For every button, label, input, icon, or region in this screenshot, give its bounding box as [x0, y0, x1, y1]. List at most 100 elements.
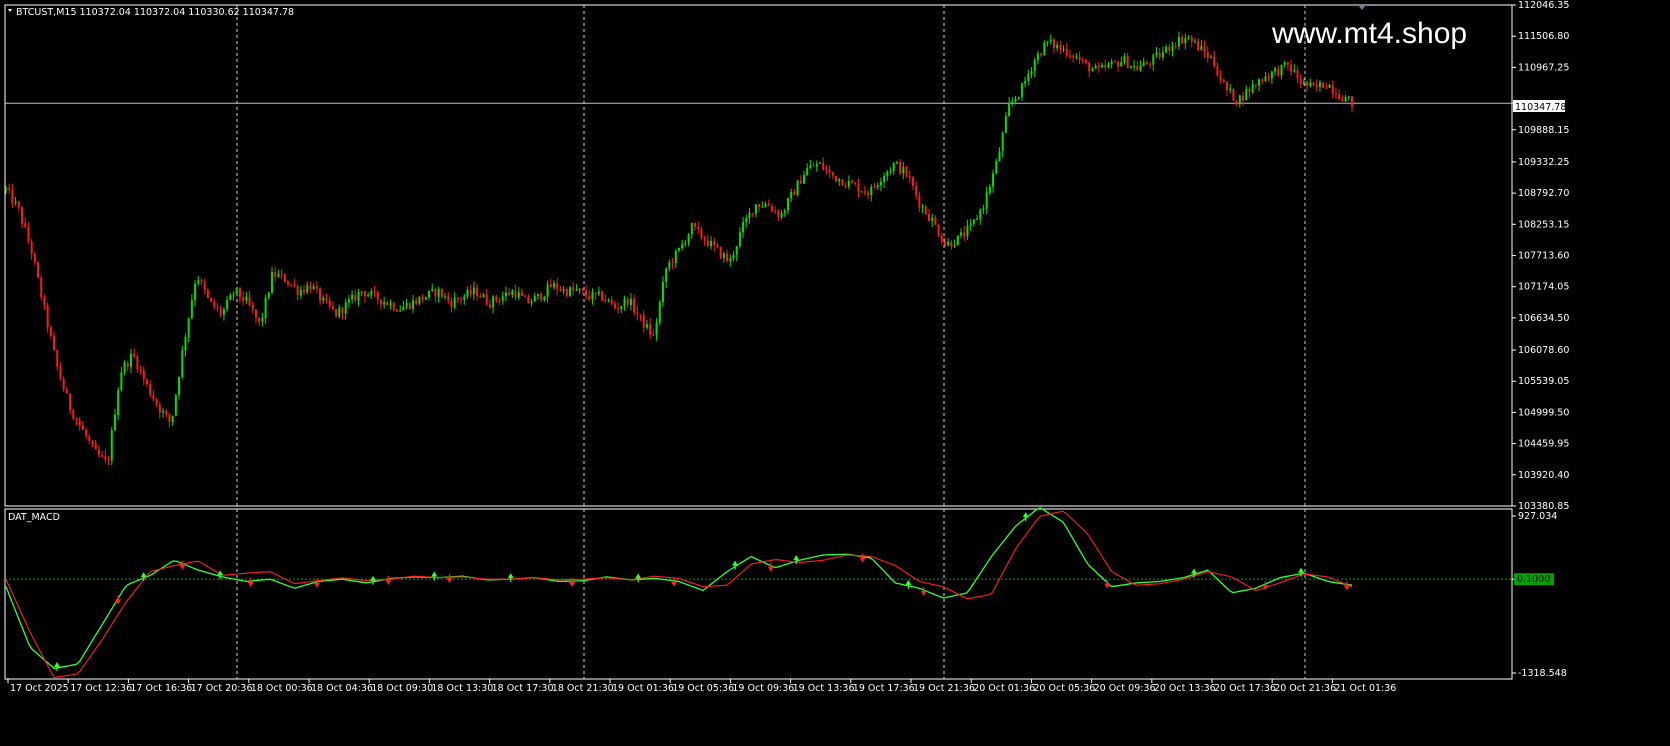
candle-body	[629, 298, 632, 306]
candle-body	[822, 162, 825, 170]
candle-body	[520, 292, 523, 296]
time-tick-label: 18 Oct 17:30	[492, 683, 554, 694]
candle-body	[33, 253, 36, 263]
candle-body	[517, 292, 520, 298]
candle-body	[940, 235, 943, 242]
candle-body	[171, 415, 174, 422]
candle-body	[1075, 56, 1078, 58]
candle-body	[613, 303, 616, 309]
candle-body	[1299, 78, 1302, 85]
candle-body	[754, 204, 757, 214]
candle-body	[261, 317, 264, 322]
mt4-chart-window[interactable]: 112046.35 111506.80 110967.25 109888.15 1093…	[0, 0, 1670, 746]
time-tick-label: 18 Oct 04:36	[311, 683, 373, 694]
current-price-label: 110347.78	[1515, 102, 1566, 113]
candle-body	[258, 317, 261, 322]
price-tick-label: 107174.05	[1518, 282, 1569, 293]
candle-body	[495, 296, 498, 301]
candle-body	[94, 443, 97, 450]
candle-body	[53, 335, 56, 351]
price-tick-label: 105539.05	[1518, 376, 1569, 387]
candle-body	[1174, 46, 1177, 48]
candle-body	[399, 310, 402, 312]
candle-body	[264, 297, 267, 318]
time-tick-label: 19 Oct 13:36	[793, 683, 855, 694]
candle-body	[344, 302, 347, 314]
price-tick-label: 111506.80	[1518, 31, 1569, 42]
candle-body	[49, 327, 52, 336]
candle-body	[479, 296, 482, 298]
candle-body	[1290, 64, 1293, 72]
candle-body	[767, 203, 770, 207]
candle-body	[1248, 89, 1251, 93]
candle-body	[1068, 55, 1071, 57]
candle-body	[395, 310, 398, 312]
candle-body	[1181, 37, 1184, 44]
candle-body	[543, 296, 546, 300]
candle-body	[867, 192, 870, 196]
candle-body	[915, 186, 918, 196]
candle-body	[947, 241, 950, 246]
candle-body	[1129, 66, 1132, 68]
candle-body	[1187, 37, 1190, 39]
candle-body	[585, 290, 588, 296]
candle-body	[969, 223, 972, 226]
candle-body	[437, 288, 440, 297]
candle-body	[129, 353, 132, 367]
time-tick-label: 19 Oct 21:36	[913, 683, 975, 694]
candle-body	[1190, 37, 1193, 42]
candle-body	[594, 292, 597, 295]
candle-body	[1046, 41, 1049, 43]
candle-body	[27, 226, 30, 242]
indicator-name: DAT_MACD	[8, 512, 60, 523]
candle-body	[488, 304, 491, 308]
candle-body	[1229, 88, 1232, 91]
price-tick-label: 108792.70	[1518, 188, 1569, 199]
candle-body	[357, 291, 360, 301]
candle-body	[841, 179, 844, 186]
candle-body	[1033, 60, 1036, 72]
candle-body	[1331, 85, 1334, 94]
candle-body	[966, 225, 969, 237]
candle-body	[617, 308, 620, 310]
candle-body	[992, 173, 995, 187]
candle-body	[306, 285, 309, 293]
candle-body	[899, 161, 902, 174]
candle-body	[184, 336, 187, 351]
candle-body	[777, 210, 780, 218]
candle-body	[985, 192, 988, 209]
candle-body	[408, 303, 411, 309]
candle-body	[1206, 52, 1209, 58]
candle-body	[1341, 99, 1344, 102]
candle-body	[572, 287, 575, 291]
time-tick-label: 20 Oct 21:36	[1274, 683, 1336, 694]
price-tick-label: 104999.50	[1518, 407, 1569, 418]
candle-body	[370, 291, 373, 295]
candle-body	[722, 253, 725, 259]
time-tick-label: 20 Oct 13:36	[1154, 683, 1216, 694]
candle-body	[1245, 89, 1248, 101]
candle-body	[1014, 98, 1017, 102]
candle-body	[229, 294, 232, 301]
candle-body	[591, 292, 594, 300]
candle-body	[1315, 84, 1318, 87]
candle-body	[581, 288, 584, 291]
candle-body	[1334, 93, 1337, 95]
candle-body	[710, 240, 713, 247]
candle-body	[514, 290, 517, 298]
candle-body	[1149, 63, 1152, 65]
candle-body	[655, 322, 658, 335]
candle-body	[806, 168, 809, 176]
candle-body	[870, 186, 873, 196]
candle-body	[1168, 46, 1171, 51]
candle-body	[91, 441, 94, 444]
candle-body	[835, 175, 838, 182]
price-tick-label: 110967.25	[1518, 62, 1569, 73]
candle-body	[1216, 66, 1219, 76]
candle-body	[1152, 54, 1155, 65]
candle-body	[383, 302, 386, 305]
candle-body	[658, 302, 661, 323]
candle-body	[687, 234, 690, 244]
candle-body	[1322, 82, 1325, 88]
time-tick-label: 19 Oct 17:36	[853, 683, 915, 694]
